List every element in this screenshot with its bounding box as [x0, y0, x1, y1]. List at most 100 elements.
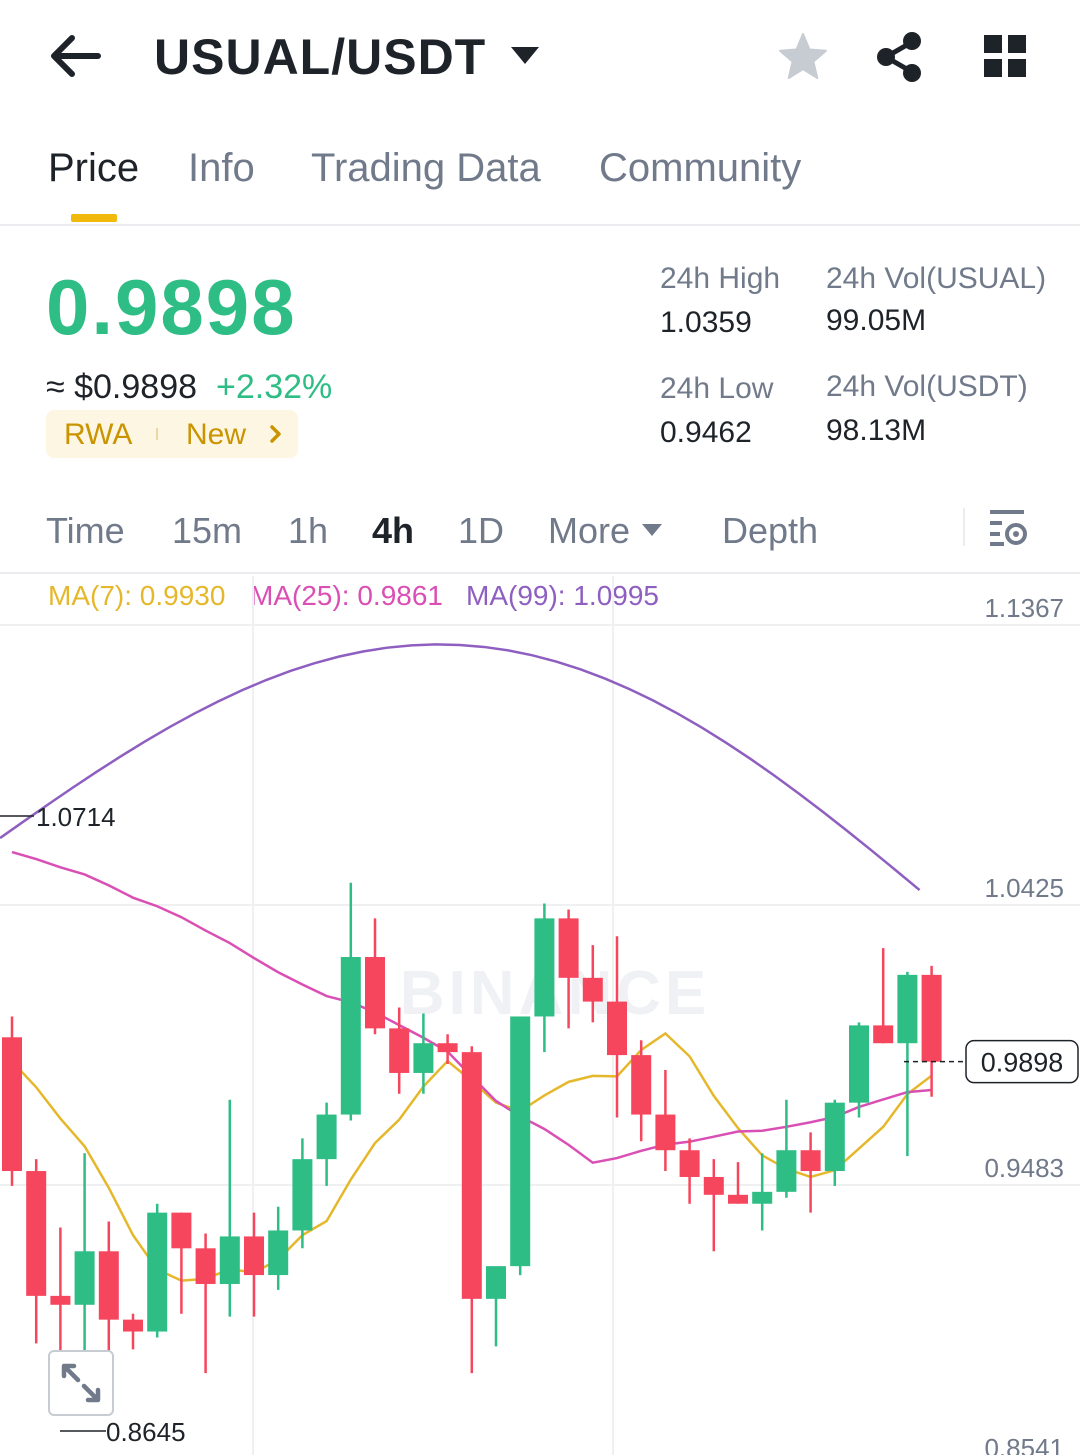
chart-settings-icon[interactable] [988, 508, 1030, 548]
current-price-label: 0.9898 [981, 1048, 1064, 1078]
interval-depth[interactable]: Depth [722, 510, 818, 552]
star-icon[interactable] [776, 30, 830, 84]
candle-body [437, 1043, 458, 1053]
candle-body [389, 1028, 410, 1073]
tag-chips[interactable]: RWA New [46, 410, 298, 458]
candle [897, 971, 918, 1157]
chevron-right-icon[interactable] [268, 423, 284, 445]
candle-body [558, 918, 579, 978]
y-axis-tick: 1.0425 [984, 873, 1064, 903]
candle-body [244, 1236, 264, 1276]
candle-body [219, 1236, 240, 1284]
candle-body [123, 1319, 143, 1332]
candle-body [171, 1212, 192, 1249]
candle-body [607, 1001, 627, 1056]
interval-1d[interactable]: 1D [458, 510, 504, 552]
candle [74, 1153, 95, 1359]
low-value: 0.9462 [660, 416, 752, 449]
candle-body [679, 1150, 700, 1177]
candle [776, 1099, 797, 1198]
candle [171, 1212, 192, 1314]
last-price: 0.9898 [46, 263, 297, 351]
candle-body [534, 918, 555, 1017]
chart-watermark: BINANCE [400, 959, 710, 1028]
vol-base-label: 24h Vol(USUAL) [826, 262, 1047, 295]
candle [873, 948, 894, 1044]
y-axis-tick: 1.1367 [984, 593, 1064, 623]
back-arrow-icon[interactable] [46, 30, 106, 82]
interval-15m[interactable]: 15m [172, 510, 242, 552]
candle [486, 1266, 506, 1347]
candle [268, 1206, 289, 1290]
candle-body [50, 1295, 71, 1305]
candle-body [461, 1052, 482, 1299]
candle-body [824, 1102, 845, 1172]
tab-price[interactable]: Price [48, 146, 139, 191]
candle-body [316, 1114, 337, 1160]
candle [147, 1203, 168, 1338]
y-axis-tick: 0.9483 [984, 1153, 1064, 1183]
tag-rwa[interactable]: RWA [64, 418, 132, 452]
candle-body [873, 1025, 894, 1044]
top-bar: USUAL/USDT [0, 0, 1080, 115]
candle-body [292, 1159, 313, 1231]
more-caret-icon[interactable] [640, 522, 664, 538]
pair-title[interactable]: USUAL/USDT [154, 28, 486, 86]
grid-icon[interactable] [982, 33, 1028, 79]
candle-body [728, 1194, 748, 1204]
candle-body [897, 974, 918, 1044]
candle-body [195, 1248, 216, 1284]
interval-1h[interactable]: 1h [288, 510, 328, 552]
vol-base-value: 99.05M [826, 304, 927, 337]
vol-quote-value: 98.13M [826, 414, 927, 447]
candle [26, 1159, 47, 1344]
candle [340, 882, 361, 1121]
candle [461, 1046, 482, 1374]
candle-body [703, 1176, 724, 1195]
page-tabs: Price Info Trading Data Community [0, 130, 1080, 226]
tag-new[interactable]: New [186, 418, 246, 452]
tab-info[interactable]: Info [188, 146, 255, 191]
ma99-line [0, 643, 921, 892]
candle-body [268, 1230, 289, 1276]
candlestick-chart[interactable]: BINANCE 1.1367 1.0425 0.9483 0.8541 0.9898 1… [0, 576, 1080, 1455]
candle-body [800, 1150, 821, 1172]
candle [365, 918, 385, 1035]
candle-body [776, 1150, 797, 1192]
expand-chart-icon[interactable] [48, 1350, 114, 1416]
candle [244, 1212, 264, 1317]
candle [703, 1159, 724, 1252]
usd-price: ≈ $0.9898 [46, 368, 198, 406]
tag-separator [156, 428, 158, 440]
high-value: 1.0359 [660, 306, 752, 339]
candle-body [26, 1171, 47, 1296]
interval-bar: Time 15m 1h 4h 1D More Depth [0, 490, 1080, 574]
low-label: 24h Low [660, 372, 774, 405]
dropdown-caret-icon[interactable] [508, 44, 542, 68]
interval-time[interactable]: Time [46, 510, 125, 552]
candle-body [340, 957, 361, 1115]
candle [679, 1138, 700, 1204]
interval-more[interactable]: More [548, 510, 630, 552]
active-tab-indicator [71, 214, 117, 222]
share-icon[interactable] [874, 30, 926, 84]
high-label: 24h High [660, 262, 781, 295]
candle [631, 1040, 652, 1142]
candle-body [486, 1266, 506, 1299]
candle-body [365, 957, 385, 1029]
interval-divider [963, 508, 965, 546]
candle [316, 1102, 337, 1186]
candle [849, 1022, 869, 1118]
candle-body [147, 1212, 168, 1332]
tab-trading-data[interactable]: Trading Data [311, 146, 541, 191]
price-change: +2.32% [216, 368, 333, 406]
interval-4h[interactable]: 4h [372, 510, 414, 552]
candle-body [631, 1055, 652, 1115]
candle-body [2, 1037, 22, 1172]
candle-body [510, 1016, 531, 1267]
candle [800, 1132, 821, 1213]
y-axis-tick: 0.8541 [984, 1433, 1064, 1455]
tab-community[interactable]: Community [599, 146, 801, 191]
candle [123, 1313, 143, 1350]
candle-body [655, 1114, 676, 1151]
